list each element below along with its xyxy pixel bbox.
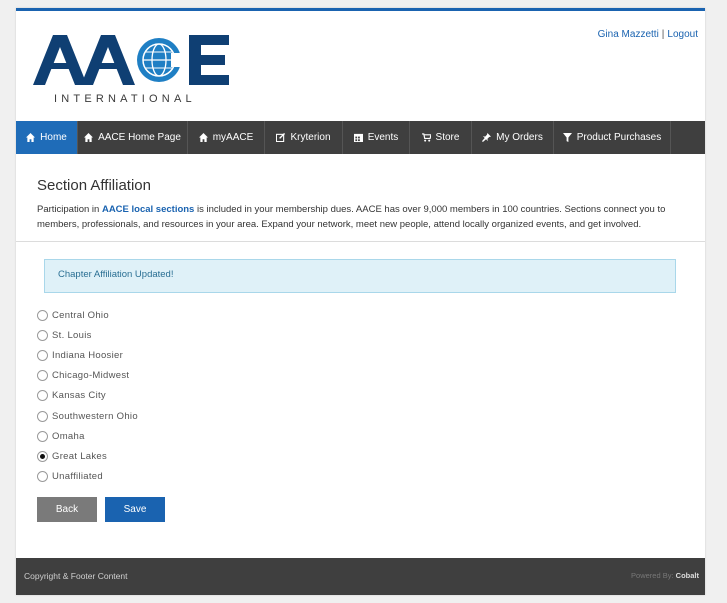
page-title: Section Affiliation [37,177,151,194]
success-alert: Chapter Affiliation Updated! [44,259,676,293]
radio-label: Omaha [52,430,85,442]
home-icon [84,133,94,142]
radio-option-st-louis[interactable]: St. Louis [37,325,138,345]
main-nav: Home AACE Home Page myAACE Kryterion Eve… [16,121,705,154]
radio-button-selected[interactable] [37,450,48,462]
radio-button[interactable] [37,309,48,321]
home-icon [26,133,36,142]
radio-button[interactable] [37,349,48,361]
powered-by-brand: Cobalt [675,571,699,580]
radio-option-unaffiliated[interactable]: Unaffiliated [37,467,138,487]
radio-label: Southwestern Ohio [52,410,138,422]
nav-item-my-orders[interactable]: My Orders [472,121,554,154]
local-sections-link[interactable]: AACE local sections [102,204,194,215]
nav-item-label: Product Purchases [576,132,662,143]
radio-label: Central Ohio [52,309,109,321]
powered-by-prefix: Powered By: [631,571,674,580]
radio-option-indiana-hoosier[interactable]: Indiana Hoosier [37,345,138,365]
radio-option-central-ohio[interactable]: Central Ohio [37,305,138,325]
nav-item-aace-home-page[interactable]: AACE Home Page [78,121,188,154]
radio-button[interactable] [37,390,48,402]
nav-item-home[interactable]: Home [16,121,78,154]
powered-by: Powered By: Cobalt [631,571,699,580]
section-divider [16,241,705,242]
radio-label: Indiana Hoosier [52,349,124,361]
edit-icon [276,133,286,142]
user-links: Gina Mazzetti | Logout [598,29,698,40]
footer: Copyright & Footer Content Powered By: C… [16,558,705,595]
radio-option-great-lakes[interactable]: Great Lakes [37,446,138,466]
back-button[interactable]: Back [37,497,97,522]
cart-icon [421,133,431,142]
radio-button[interactable] [37,370,48,382]
radio-button[interactable] [37,430,48,442]
filter-icon [562,133,572,142]
save-button[interactable]: Save [105,497,165,522]
radio-option-omaha[interactable]: Omaha [37,426,138,446]
user-links-separator: | [661,29,665,40]
radio-button[interactable] [37,410,48,422]
home-icon [198,133,208,142]
radio-button[interactable] [37,471,48,483]
nav-item-store[interactable]: Store [410,121,472,154]
logout-link[interactable]: Logout [667,29,698,40]
footer-copyright: Copyright & Footer Content [24,571,128,581]
user-name-link[interactable]: Gina Mazzetti [598,29,659,40]
radio-button[interactable] [37,329,48,341]
nav-item-label: Store [435,132,460,143]
nav-item-events[interactable]: Events [343,121,410,154]
radio-label: St. Louis [52,329,92,341]
radio-option-southwestern-ohio[interactable]: Southwestern Ohio [37,406,138,426]
nav-item-label: AACE Home Page [98,132,181,143]
radio-option-kansas-city[interactable]: Kansas City [37,386,138,406]
section-radio-group: Central Ohio St. Louis Indiana Hoosier C… [37,305,138,487]
radio-label: Great Lakes [52,450,108,462]
radio-option-chicago-midwest[interactable]: Chicago-Midwest [37,366,138,386]
page-container: INTERNATIONAL Gina Mazzetti | Logout Home … [16,8,705,595]
header: INTERNATIONAL Gina Mazzetti | Logout [16,11,705,121]
description-text-start: Participation in [37,204,102,215]
nav-item-myaace[interactable]: myAACE [188,121,265,154]
nav-item-label: Home [40,132,67,143]
radio-label: Kansas City [52,390,106,402]
nav-item-label: My Orders [496,132,543,143]
logo-subtitle: INTERNATIONAL [54,93,196,105]
pin-icon [482,133,492,142]
nav-item-label: myAACE [212,132,254,143]
nav-item-kryterion[interactable]: Kryterion [265,121,343,154]
radio-label: Chicago-Midwest [52,370,130,382]
nav-item-product-purchases[interactable]: Product Purchases [554,121,671,154]
aace-logo[interactable] [33,33,233,93]
calendar-icon [353,133,363,142]
nav-item-label: Events [367,132,399,143]
nav-item-label: Kryterion [290,132,331,143]
radio-label: Unaffiliated [52,471,103,483]
page-description: Participation in AACE local sections is … [37,202,692,232]
logo-mark-icon [33,35,229,85]
